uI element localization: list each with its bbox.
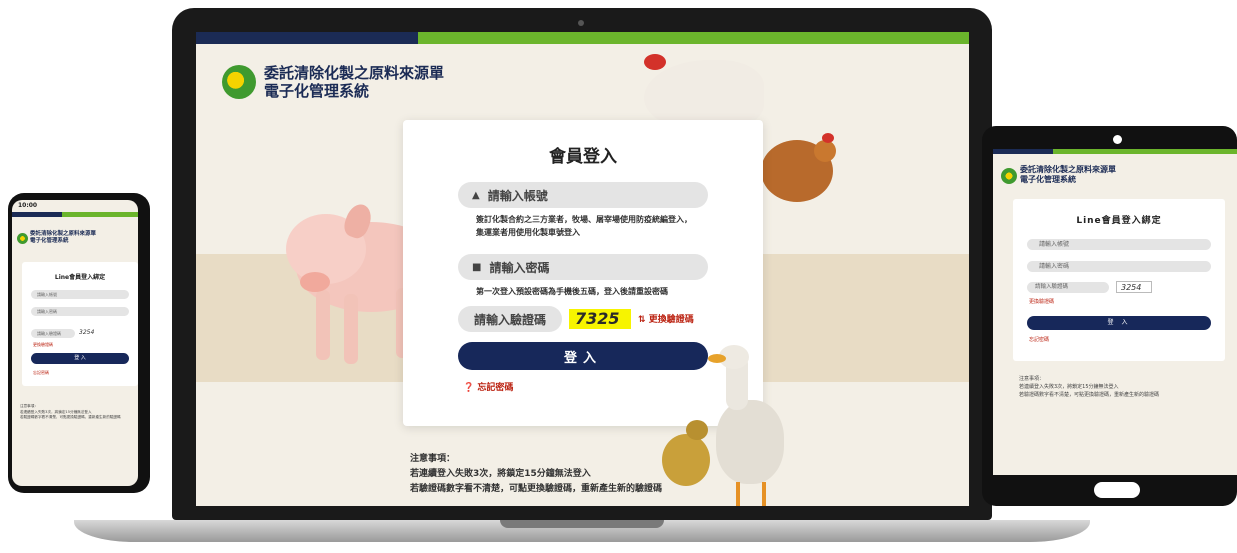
site-title: 委託清除化製之原料來源單 電子化管理系統 <box>264 64 444 100</box>
top-bar-navy <box>993 149 1053 154</box>
line-login-card: Line會員登入綁定 請輸入帳號 請輸入密碼 請輸入驗證碼 3254 更換驗證碼… <box>1013 199 1225 361</box>
notice-line2: 若驗證碼數字看不清楚，可點更換驗證碼，重新產生新的驗證碼 <box>1019 392 1160 398</box>
notice-section: 注意事項： 若連續登入失敗3次，將鎖定15分鐘無法登入 若驗證碼數字看不清楚，可… <box>1019 375 1229 399</box>
site-title: 委託清除化製之原料來源單 電子化管理系統 <box>1020 165 1116 185</box>
refresh-captcha-link[interactable]: 更換驗證碼 <box>1029 298 1054 305</box>
tablet-login-page: 委託清除化製之原料來源單 電子化管理系統 Line會員登入綁定 請輸入帳號 請輸… <box>993 149 1237 475</box>
top-bar-green <box>418 32 969 44</box>
account-hint: 簽訂化製合約之三方業者，牧場、屠宰場使用防疫統編登入， 集運業者用使用化製車號登… <box>476 213 716 239</box>
logo-icon <box>17 233 28 244</box>
site-title-line2: 電子化管理系統 <box>1020 175 1076 184</box>
logo-icon <box>222 65 256 99</box>
account-placeholder: 請輸入帳號 <box>487 188 548 203</box>
home-button[interactable] <box>1094 482 1140 498</box>
refresh-captcha-link[interactable]: 更換驗證碼 <box>33 342 53 348</box>
pig-leg <box>344 294 358 364</box>
account-input[interactable]: 請輸入帳號 <box>31 290 129 299</box>
password-input[interactable]: 請輸入密碼 <box>31 307 129 316</box>
site-title-line2: 電子化管理系統 <box>264 82 370 100</box>
duckling-illustration <box>662 434 710 486</box>
duck-leg <box>736 482 740 506</box>
account-hint-line2: 集運業者用使用化製車號登入 <box>476 228 580 237</box>
site-title-line2: 電子化管理系統 <box>30 238 69 244</box>
duck-illustration <box>716 400 784 484</box>
chicken-comb <box>644 54 666 70</box>
captcha-input[interactable]: 請輸入驗證碼 <box>1027 282 1109 293</box>
duckling-head <box>686 420 708 440</box>
line-login-card: Line會員登入綁定 請輸入帳號 請輸入密碼 請輸入驗證碼 3254 更換驗證碼… <box>22 262 138 386</box>
refresh-captcha-link[interactable]: ⇅ 更換驗證碼 <box>638 312 694 325</box>
lock-icon: ■ <box>472 261 482 273</box>
line-login-heading: Line會員登入綁定 <box>54 274 106 281</box>
line-login-heading: Line會員登入綁定 <box>1076 216 1162 226</box>
notice-line2: 若驗證碼數字看不清楚，可點更換驗證碼，重新產生新的驗證碼 <box>20 415 121 419</box>
site-title-line1: 委託清除化製之原料來源單 <box>264 64 445 82</box>
password-placeholder: 請輸入密碼 <box>489 260 550 275</box>
password-input[interactable]: 請輸入密碼 <box>1027 261 1211 272</box>
captcha-image: 3254 <box>1116 281 1152 293</box>
laptop-notch <box>500 520 664 528</box>
site-title-line1: 委託清除化製之原料來源單 <box>1020 165 1116 174</box>
camera-icon <box>1113 135 1122 144</box>
password-input[interactable]: ■ 請輸入密碼 <box>458 254 708 280</box>
status-time: 10:00 <box>18 202 38 209</box>
login-card: 會員登入 ▲ 請輸入帳號 簽訂化製合約之三方業者，牧場、屠宰場使用防疫統編登入，… <box>403 120 763 426</box>
captcha-input[interactable]: 請輸入驗證碼 <box>458 306 562 332</box>
notice-line2: 若驗證碼數字看不清楚，可點更換驗證碼，重新產生新的驗證碼 <box>410 484 663 494</box>
captcha-image: 7325 <box>569 309 631 329</box>
login-heading: 會員登入 <box>549 147 617 167</box>
notice-section: 注意事項： 若連續登入失敗3次，將鎖定15分鐘無法登入 若驗證碼數字看不清楚，可… <box>20 404 132 421</box>
account-input[interactable]: ▲ 請輸入帳號 <box>458 182 708 208</box>
top-bar-navy <box>196 32 418 44</box>
duck-bill <box>708 354 726 363</box>
login-button[interactable]: 登 入 <box>1027 316 1211 330</box>
site-brand[interactable]: 委託清除化製之原料來源單 電子化管理系統 <box>222 64 444 100</box>
login-button[interactable]: 登入 <box>458 342 708 370</box>
notice-line1: 若連續登入失敗3次，將鎖定15分鐘無法登入 <box>1019 384 1119 390</box>
account-hint-line1: 簽訂化製合約之三方業者，牧場、屠宰場使用防疫統編登入， <box>476 215 692 224</box>
question-icon: ❓ <box>463 383 475 393</box>
hen-head <box>814 140 836 162</box>
login-button[interactable]: 登 入 <box>31 353 129 364</box>
hen-comb <box>822 133 834 143</box>
desktop-login-page: 委託清除化製之原料來源單 電子化管理系統 會員登入 ▲ 請輸入帳號 簽訂化製合約… <box>196 32 969 506</box>
mobile-login-page: 10:00 委託清除化製之原料來源單 電子化管理系統 Line會員登入綁定 請輸… <box>12 200 138 486</box>
refresh-icon: ⇅ <box>638 315 646 325</box>
camera-icon <box>578 20 584 26</box>
top-bar-green <box>1053 149 1237 154</box>
site-title: 委託清除化製之原料來源單 電子化管理系統 <box>30 231 96 245</box>
top-bar-green <box>62 212 138 217</box>
pig-snout <box>300 272 330 292</box>
pig-leg <box>316 290 330 360</box>
forgot-password-link[interactable]: ❓ 忘記密碼 <box>463 380 513 393</box>
forgot-password-link[interactable]: 忘記密碼 <box>33 370 49 376</box>
logo-icon <box>1001 168 1017 184</box>
refresh-captcha-label: 更換驗證碼 <box>648 315 694 325</box>
captcha-input[interactable]: 請輸入驗證碼 <box>31 329 75 338</box>
top-bar-navy <box>12 212 62 217</box>
user-icon: ▲ <box>472 189 480 201</box>
site-title-line1: 委託清除化製之原料來源單 <box>30 231 97 237</box>
account-input[interactable]: 請輸入帳號 <box>1027 239 1211 250</box>
forgot-password-link[interactable]: 忘記密碼 <box>1029 336 1049 343</box>
notice-heading: 注意事項： <box>410 454 456 464</box>
notice-heading: 注意事項： <box>1019 376 1045 382</box>
duck-leg <box>762 482 766 506</box>
captcha-image: 3254 <box>79 329 95 336</box>
notice-line1: 若連續登入失敗3次，將鎖定15分鐘無法登入 <box>410 469 591 479</box>
forgot-password-label: 忘記密碼 <box>477 383 514 393</box>
notice-section: 注意事項： 若連續登入失敗3次，將鎖定15分鐘無法登入 若驗證碼數字看不清楚，可… <box>410 452 662 497</box>
password-hint: 第一次登入預設密碼為手機後五碼，登入後請重設密碼 <box>476 287 668 296</box>
